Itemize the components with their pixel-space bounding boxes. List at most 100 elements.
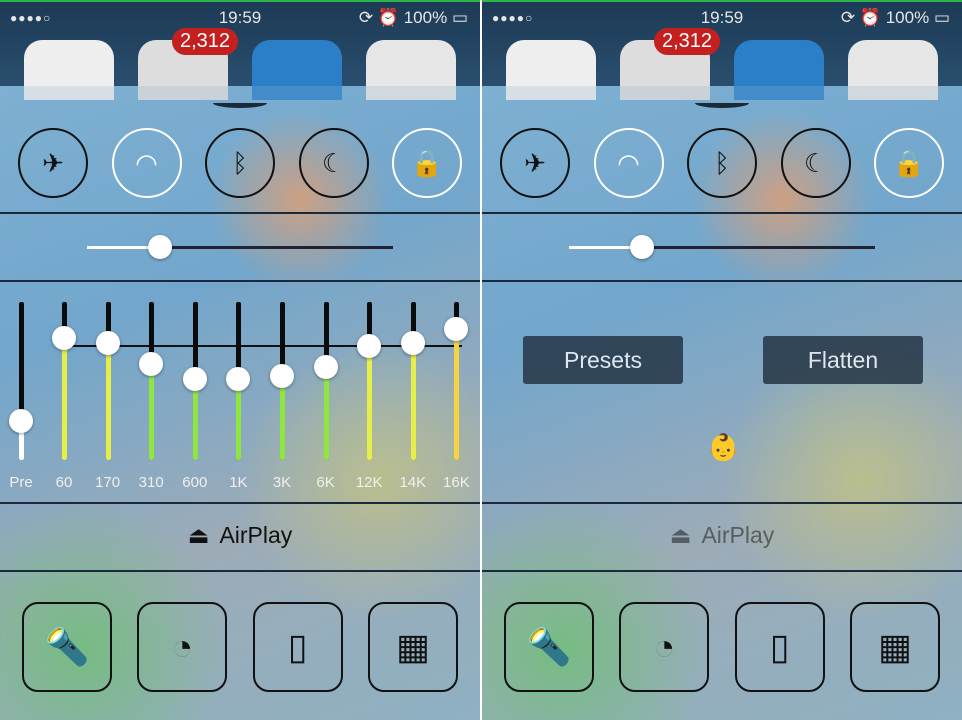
presets-button[interactable]: Presets — [523, 336, 683, 384]
brightness-knob[interactable] — [148, 235, 173, 259]
calculator-icon: ▦ — [877, 626, 912, 667]
flatten-button[interactable]: Flatten — [763, 336, 923, 384]
brightness-knob[interactable] — [630, 235, 655, 259]
battery-icon: ▭ — [451, 8, 468, 27]
eq-knob[interactable] — [270, 364, 294, 389]
timer-button[interactable]: ◔ — [137, 602, 228, 692]
do-not-disturb-toggle[interactable]: ☾ — [298, 128, 369, 198]
wifi-toggle[interactable]: ◠ — [111, 128, 182, 198]
presets-label: Presets — [564, 346, 642, 373]
divider — [0, 280, 480, 282]
divider — [0, 570, 480, 572]
control-center: ✈ ◠ ᛒ ☾ 🔒 Presets Flatten 👶 ⏏ AirPlay 🔦 ◔ ▯ ▦ — [482, 86, 962, 720]
battery-percent: 100% — [885, 8, 930, 27]
control-center-presets-view: ●●●●○ 19:59 ⟳ ⏰ 100% ▭ 2,312 ✈ ◠ ᛒ ☾ 🔒 Prese… — [482, 0, 962, 720]
alarm-icon: ⏰ — [377, 8, 399, 27]
do-not-disturb-icon: ☾ — [803, 147, 828, 178]
bluetooth-icon: ᛒ — [714, 147, 730, 178]
timer-icon: ◔ — [171, 626, 194, 667]
bluetooth-icon: ᛒ — [232, 147, 248, 178]
eq-knob[interactable] — [139, 351, 164, 376]
airplane-toggle[interactable]: ✈ — [500, 128, 570, 198]
wifi-icon: ◠ — [617, 147, 640, 178]
phone-vibrate-icon: ▯ — [769, 626, 790, 667]
eq-band-Pre[interactable]: Pre — [1, 302, 41, 502]
airplay-icon: ⏏ — [187, 522, 210, 548]
status-bar: ●●●●○ 19:59 ⟳ ⏰ 100% ▭ — [0, 8, 480, 28]
calculator-icon: ▦ — [395, 626, 430, 667]
flashlight-button[interactable]: 🔦 — [22, 602, 112, 692]
wifi-toggle[interactable]: ◠ — [593, 128, 664, 198]
baby-face-icon: 👶 — [707, 432, 740, 462]
eq-band-6K[interactable]: 6K — [306, 302, 346, 502]
equalizer: Presets Flatten 👶 — [482, 302, 962, 502]
rotation-lock-icon: ⟳ — [840, 8, 856, 27]
eq-knob[interactable] — [444, 316, 469, 341]
bluetooth-toggle[interactable]: ᛒ — [687, 128, 757, 198]
status-bar: ●●●●○ 19:59 ⟳ ⏰ 100% ▭ — [482, 8, 962, 28]
divider — [482, 212, 962, 214]
eq-band-600[interactable]: 600 — [175, 302, 215, 502]
calculator-button[interactable]: ▦ — [367, 602, 458, 692]
eq-band-12K[interactable]: 12K — [349, 302, 389, 502]
rotation-lock-icon: ⟳ — [358, 8, 374, 27]
notification-badge: 2,312 — [654, 28, 721, 55]
rotation-lock-toggle[interactable]: 🔒 — [874, 128, 944, 198]
airplane-icon: ✈ — [524, 147, 546, 178]
battery-icon: ▭ — [933, 8, 950, 27]
eq-knob[interactable] — [95, 331, 120, 356]
home-screen-background: ●●●●○ 19:59 ⟳ ⏰ 100% ▭ 2,312 — [0, 0, 480, 100]
flashlight-icon: 🔦 — [526, 626, 572, 667]
airplay-label: AirPlay — [701, 522, 775, 548]
eq-band-3K[interactable]: 3K — [262, 302, 302, 502]
calculator-button[interactable]: ▦ — [849, 602, 940, 692]
control-center: ✈ ◠ ᛒ ☾ 🔒 Pre 60 170 310 600 1K 3K 6K 12… — [0, 86, 480, 720]
eq-knob[interactable] — [357, 334, 382, 359]
eq-knob[interactable] — [400, 331, 425, 356]
brightness-slider[interactable] — [569, 235, 875, 259]
grabber-chevron-icon[interactable] — [695, 98, 749, 108]
eq-band-60[interactable]: 60 — [44, 302, 84, 502]
eq-knob[interactable] — [9, 408, 33, 433]
bluetooth-toggle[interactable]: ᛒ — [205, 128, 275, 198]
flashlight-button[interactable]: 🔦 — [504, 602, 594, 692]
divider — [482, 570, 962, 572]
grabber-chevron-icon[interactable] — [213, 98, 267, 108]
eq-band-14K[interactable]: 14K — [393, 302, 433, 502]
flatten-label: Flatten — [807, 346, 879, 373]
wifi-icon: ◠ — [135, 147, 158, 178]
timer-button[interactable]: ◔ — [619, 602, 710, 692]
eq-knob[interactable] — [52, 326, 76, 351]
brightness-slider[interactable] — [87, 235, 393, 259]
divider — [0, 502, 480, 504]
eq-band-310[interactable]: 310 — [131, 302, 171, 502]
home-screen-background: ●●●●○ 19:59 ⟳ ⏰ 100% ▭ 2,312 — [482, 0, 962, 100]
phone-vibrate-button[interactable]: ▯ — [252, 602, 343, 692]
eq-knob[interactable] — [313, 354, 338, 379]
rotation-lock-icon: 🔒 — [892, 147, 926, 178]
divider — [482, 502, 962, 504]
eq-band-1K[interactable]: 1K — [218, 302, 258, 502]
notification-badge: 2,312 — [172, 28, 239, 55]
phone-vibrate-button[interactable]: ▯ — [734, 602, 825, 692]
airplay-label: AirPlay — [219, 522, 293, 548]
eq-band-16K[interactable]: 16K — [436, 302, 476, 502]
rotation-lock-toggle[interactable]: 🔒 — [392, 128, 462, 198]
eq-band-label: 16K — [443, 474, 470, 491]
do-not-disturb-toggle[interactable]: ☾ — [780, 128, 851, 198]
rotation-lock-icon: 🔒 — [410, 147, 444, 178]
airplay-button[interactable]: ⏏ AirPlay — [0, 522, 480, 549]
airplane-icon: ✈ — [42, 147, 64, 178]
equalizer: Pre 60 170 310 600 1K 3K 6K 12K 14K 16K — [0, 302, 480, 502]
divider — [0, 212, 480, 214]
eq-knob[interactable] — [182, 367, 207, 392]
airplay-button[interactable]: ⏏ AirPlay — [482, 522, 962, 549]
timer-icon: ◔ — [653, 626, 676, 667]
divider — [482, 280, 962, 282]
eq-band-170[interactable]: 170 — [88, 302, 128, 502]
airplane-toggle[interactable]: ✈ — [18, 128, 88, 198]
phone-vibrate-icon: ▯ — [287, 626, 308, 667]
control-center-eq-view: ●●●●○ 19:59 ⟳ ⏰ 100% ▭ 2,312 ✈ ◠ ᛒ ☾ 🔒 Pre 6… — [0, 0, 480, 720]
battery-percent: 100% — [403, 8, 448, 27]
eq-knob[interactable] — [226, 367, 251, 392]
